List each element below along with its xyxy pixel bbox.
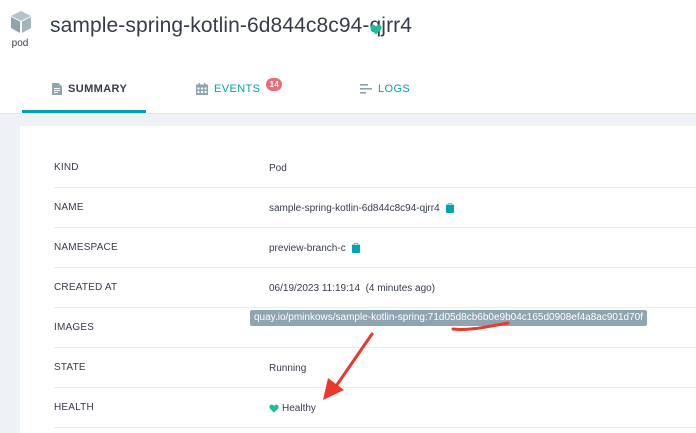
row-value: Running — [269, 348, 306, 388]
row-value: Healthy — [269, 388, 316, 428]
tab-events-label: EVENTS — [214, 83, 261, 95]
logs-icon — [360, 84, 372, 94]
annotation-underline — [451, 321, 510, 331]
copy-clipboard-icon[interactable] — [445, 203, 454, 213]
page-title: sample-spring-kotlin-6d844c8c94-qjrr4 — [50, 14, 413, 37]
row-value: 06/19/2023 11:19:14 (4 minutes ago) — [269, 268, 435, 308]
row-label: NAME — [54, 202, 84, 213]
row-label: KIND — [54, 162, 79, 173]
active-tab-indicator — [22, 110, 146, 113]
row-label: NAMESPACE — [54, 242, 118, 253]
kind-value: Pod — [269, 162, 287, 174]
row-label: STATE — [54, 362, 86, 373]
row-label: HEALTH — [54, 402, 94, 413]
row-label: CREATED AT — [54, 282, 118, 293]
copy-clipboard-icon[interactable] — [351, 243, 360, 253]
name-value: sample-spring-kotlin-6d844c8c94-qjrr4 — [269, 202, 440, 214]
image-chip[interactable]: quay.io/pminkows/sample-kotlin-spring:71… — [250, 310, 647, 326]
heart-icon — [269, 404, 279, 413]
resource-header: pod sample-spring-kotlin-6d844c8c94-qjrr… — [0, 0, 696, 64]
tab-bar: SUMMARY EVENTS 14 LOGS — [0, 64, 696, 114]
summary-row-namespace: NAMESPACE preview-branch-c — [54, 228, 696, 268]
pod-icon-label: pod — [11, 38, 29, 49]
tab-summary[interactable]: SUMMARY — [22, 64, 146, 114]
state-value: Running — [269, 362, 307, 374]
namespace-value: preview-branch-c — [269, 242, 346, 254]
document-icon — [52, 83, 62, 95]
events-count-badge: 14 — [266, 77, 283, 91]
row-value: Pod — [269, 148, 287, 188]
annotation-arrow-icon — [323, 332, 374, 400]
calendar-icon — [196, 83, 208, 95]
heart-icon — [370, 22, 382, 40]
created-at-value: 06/19/2023 11:19:14 (4 minutes ago) — [269, 282, 436, 294]
tab-logs[interactable]: LOGS — [360, 64, 410, 114]
health-value: Healthy — [282, 402, 316, 414]
summary-row-kind: KIND Pod — [54, 148, 696, 188]
row-value: sample-spring-kotlin-6d844c8c94-qjrr4 — [269, 188, 454, 228]
tab-logs-label: LOGS — [378, 83, 411, 95]
summary-row-created-at: CREATED AT 06/19/2023 11:19:14 (4 minute… — [54, 268, 696, 308]
row-label: IMAGES — [54, 322, 95, 333]
tab-events[interactable]: EVENTS 14 — [196, 64, 283, 114]
summary-row-name: NAME sample-spring-kotlin-6d844c8c94-qjr… — [54, 188, 696, 228]
row-value: preview-branch-c — [269, 228, 360, 268]
tab-summary-label: SUMMARY — [68, 83, 128, 95]
